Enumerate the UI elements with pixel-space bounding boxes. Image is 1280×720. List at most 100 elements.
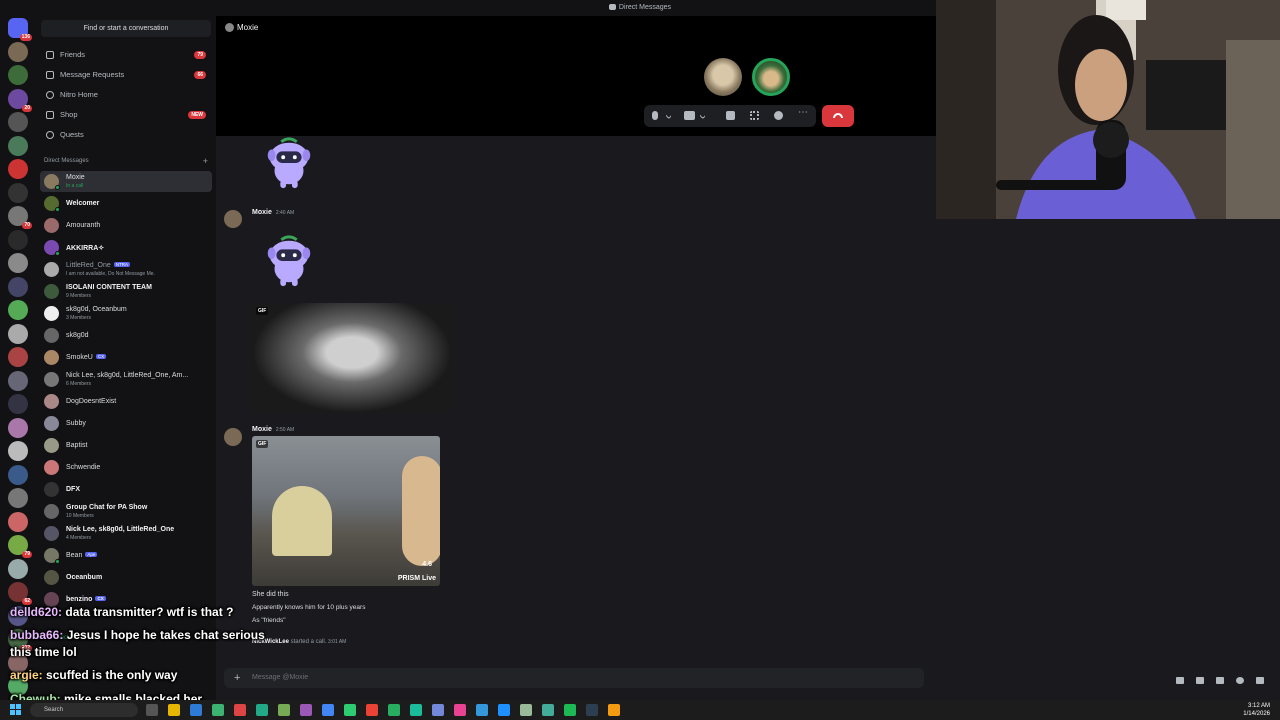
dm-item[interactable]: Baptist (40, 435, 212, 456)
participant-avatar-speaking[interactable] (752, 58, 790, 96)
screen-share-icon[interactable] (726, 111, 735, 120)
system-clock[interactable]: 3:12 AM 1/14/2026 (1243, 702, 1270, 718)
taskbar-app-icon[interactable] (366, 704, 378, 716)
nav-nitro-home[interactable]: Nitro Home (40, 86, 212, 104)
disconnect-button[interactable] (822, 105, 854, 127)
nav-message-requests[interactable]: Message Requests 66 (40, 66, 212, 84)
dm-item[interactable]: Nick Lee, sk8g0d, LittleRed_One, Am... 6 … (40, 369, 212, 390)
taskbar-app-icon[interactable] (278, 704, 290, 716)
server-icon[interactable]: 62 (8, 582, 32, 605)
taskbar-app-icon[interactable] (586, 704, 598, 716)
avatar[interactable] (224, 210, 242, 228)
taskbar-app-icon[interactable] (432, 704, 444, 716)
gift-icon[interactable] (1176, 677, 1184, 684)
dm-item[interactable]: LittleRed_One NTRA I am not available, Do … (40, 259, 212, 280)
dm-item[interactable]: Schwendie (40, 457, 212, 478)
server-icon[interactable] (8, 182, 28, 203)
taskbar-app-icon[interactable] (476, 704, 488, 716)
server-icon[interactable] (8, 300, 28, 320)
taskbar-app-icon[interactable] (520, 704, 532, 716)
gif-embed[interactable]: GIF (252, 303, 452, 413)
dm-item[interactable]: sk8g0d, Oceanbum 3 Members (40, 303, 212, 324)
create-dm-icon[interactable]: + (203, 156, 208, 166)
server-icon[interactable] (8, 464, 28, 485)
server-icon[interactable] (8, 159, 28, 179)
taskbar-app-icon[interactable] (454, 704, 466, 716)
dm-item[interactable]: SmokeU CX (40, 347, 212, 368)
camera-off-icon[interactable] (684, 111, 695, 120)
gif-icon[interactable] (1196, 677, 1204, 684)
server-icon[interactable] (8, 41, 28, 62)
taskbar-app-icon[interactable] (168, 704, 180, 716)
participant-avatar[interactable] (704, 58, 742, 96)
server-icon[interactable] (8, 65, 28, 85)
taskbar-app-icon[interactable] (212, 704, 224, 716)
server-icon[interactable] (8, 347, 28, 367)
server-icon[interactable] (8, 253, 28, 273)
taskbar-app-icon[interactable] (344, 704, 356, 716)
soundboard-icon[interactable] (774, 111, 783, 120)
message-input[interactable]: + Message @Moxie (224, 668, 924, 688)
avatar[interactable] (224, 428, 242, 446)
server-icon[interactable] (8, 229, 28, 250)
taskbar-search[interactable]: Search (30, 703, 138, 717)
dm-item[interactable]: Moxie In a call (40, 171, 212, 192)
message-author[interactable]: Moxie 2:40 AM (252, 209, 294, 216)
windows-start-icon[interactable] (10, 704, 22, 716)
dm-item[interactable]: Amouranth (40, 215, 212, 236)
message-author[interactable]: Moxie 2:50 AM (252, 426, 294, 433)
server-icon[interactable] (8, 323, 28, 344)
dm-item[interactable]: sk8g0d (40, 325, 212, 346)
sticker-icon[interactable] (1216, 677, 1224, 684)
taskbar-app-icon[interactable] (388, 704, 400, 716)
nav-friends[interactable]: Friends 79 (40, 46, 212, 64)
server-icon[interactable] (8, 135, 28, 156)
more-icon[interactable]: ⋯ (798, 107, 808, 118)
dm-item[interactable]: DogDoesntExist (40, 391, 212, 412)
activities-icon[interactable] (750, 111, 759, 120)
taskbar-app-icon[interactable] (410, 704, 422, 716)
mic-icon[interactable] (652, 111, 658, 120)
taskbar-app-icon[interactable] (190, 704, 202, 716)
apps-icon[interactable] (1256, 677, 1264, 684)
gif-embed[interactable]: GIF 4.6 PRISM Live (252, 436, 440, 586)
dm-item[interactable]: Subby (40, 413, 212, 434)
taskbar-app-icon[interactable] (146, 704, 158, 716)
server-icon[interactable]: 136 (8, 18, 32, 41)
find-conversation-input[interactable]: Find or start a conversation (41, 20, 211, 37)
server-icon[interactable]: 70 (8, 206, 32, 229)
dm-item[interactable]: Nick Lee, sk8g0d, LittleRed_One 4 Members (40, 523, 212, 544)
dm-item[interactable]: Group Chat for PA Show 10 Members (40, 501, 212, 522)
taskbar-app-icon[interactable] (608, 704, 620, 716)
chevron-down-icon[interactable] (665, 112, 672, 120)
nav-shop[interactable]: Shop NEW (40, 106, 212, 124)
server-icon[interactable] (8, 417, 28, 438)
server-icon[interactable] (8, 394, 28, 414)
emoji-icon[interactable] (1236, 677, 1244, 684)
server-icon[interactable] (8, 441, 28, 461)
taskbar-app-icon[interactable] (234, 704, 246, 716)
dm-item[interactable]: Welcomer (40, 193, 212, 214)
dm-item[interactable]: Oceanbum (40, 567, 212, 588)
dm-item[interactable]: Bean Ape (40, 545, 212, 566)
taskbar-app-icon[interactable] (498, 704, 510, 716)
dm-item[interactable]: AKKIRRA✧ (40, 237, 212, 258)
dm-item[interactable]: ISOLANI CONTENT TEAM 9 Members (40, 281, 212, 302)
taskbar-app-icon[interactable] (322, 704, 334, 716)
taskbar-app-icon[interactable] (300, 704, 312, 716)
chevron-down-icon[interactable] (699, 112, 706, 120)
server-icon[interactable] (8, 488, 28, 508)
taskbar-app-icon[interactable] (564, 704, 576, 716)
server-icon[interactable]: 20 (8, 88, 32, 112)
taskbar-app-icon[interactable] (542, 704, 554, 716)
add-attachment-icon[interactable]: + (234, 668, 240, 688)
server-icon[interactable] (8, 112, 28, 132)
server-icon[interactable] (8, 511, 28, 532)
nav-quests[interactable]: Quests (40, 126, 212, 144)
dm-item[interactable]: DFX (40, 479, 212, 500)
server-icon[interactable] (8, 558, 28, 579)
taskbar-app-icon[interactable] (256, 704, 268, 716)
server-icon[interactable] (8, 276, 28, 297)
server-icon[interactable] (8, 370, 28, 391)
server-icon[interactable]: 79 (8, 535, 32, 558)
